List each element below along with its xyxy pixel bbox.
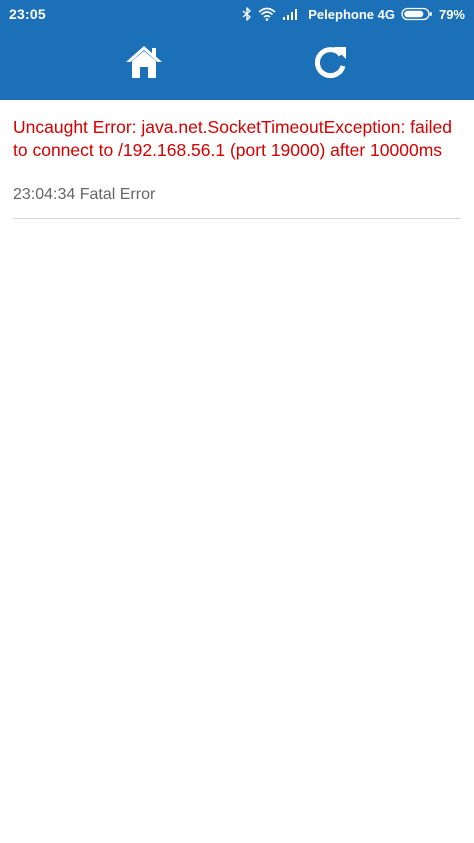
battery-percent: 79% (438, 6, 465, 22)
wifi-icon (258, 7, 276, 21)
home-icon (124, 44, 164, 85)
signal-icon (282, 7, 300, 21)
status-bar: 23:05 Pelephone 4G 79% (0, 0, 474, 28)
reload-button[interactable] (308, 42, 352, 86)
reload-icon (310, 42, 350, 87)
toolbar (0, 28, 474, 100)
error-message: Uncaught Error: java.net.SocketTimeoutEx… (13, 117, 453, 160)
battery-icon (401, 7, 433, 21)
error-log-entry: 23:04:34 Fatal Error (13, 186, 156, 203)
error-panel: Uncaught Error: java.net.SocketTimeoutEx… (13, 116, 461, 219)
divider (13, 218, 461, 219)
home-button[interactable] (122, 42, 166, 86)
carrier-label: Pelephone 4G (308, 6, 395, 22)
status-time: 23:05 (9, 6, 46, 22)
app-screen: 23:05 Pelephone 4G 79% Uncaught Error: j… (0, 0, 474, 843)
status-indicators: Pelephone 4G 79% (242, 4, 465, 24)
bluetooth-icon (242, 7, 252, 21)
